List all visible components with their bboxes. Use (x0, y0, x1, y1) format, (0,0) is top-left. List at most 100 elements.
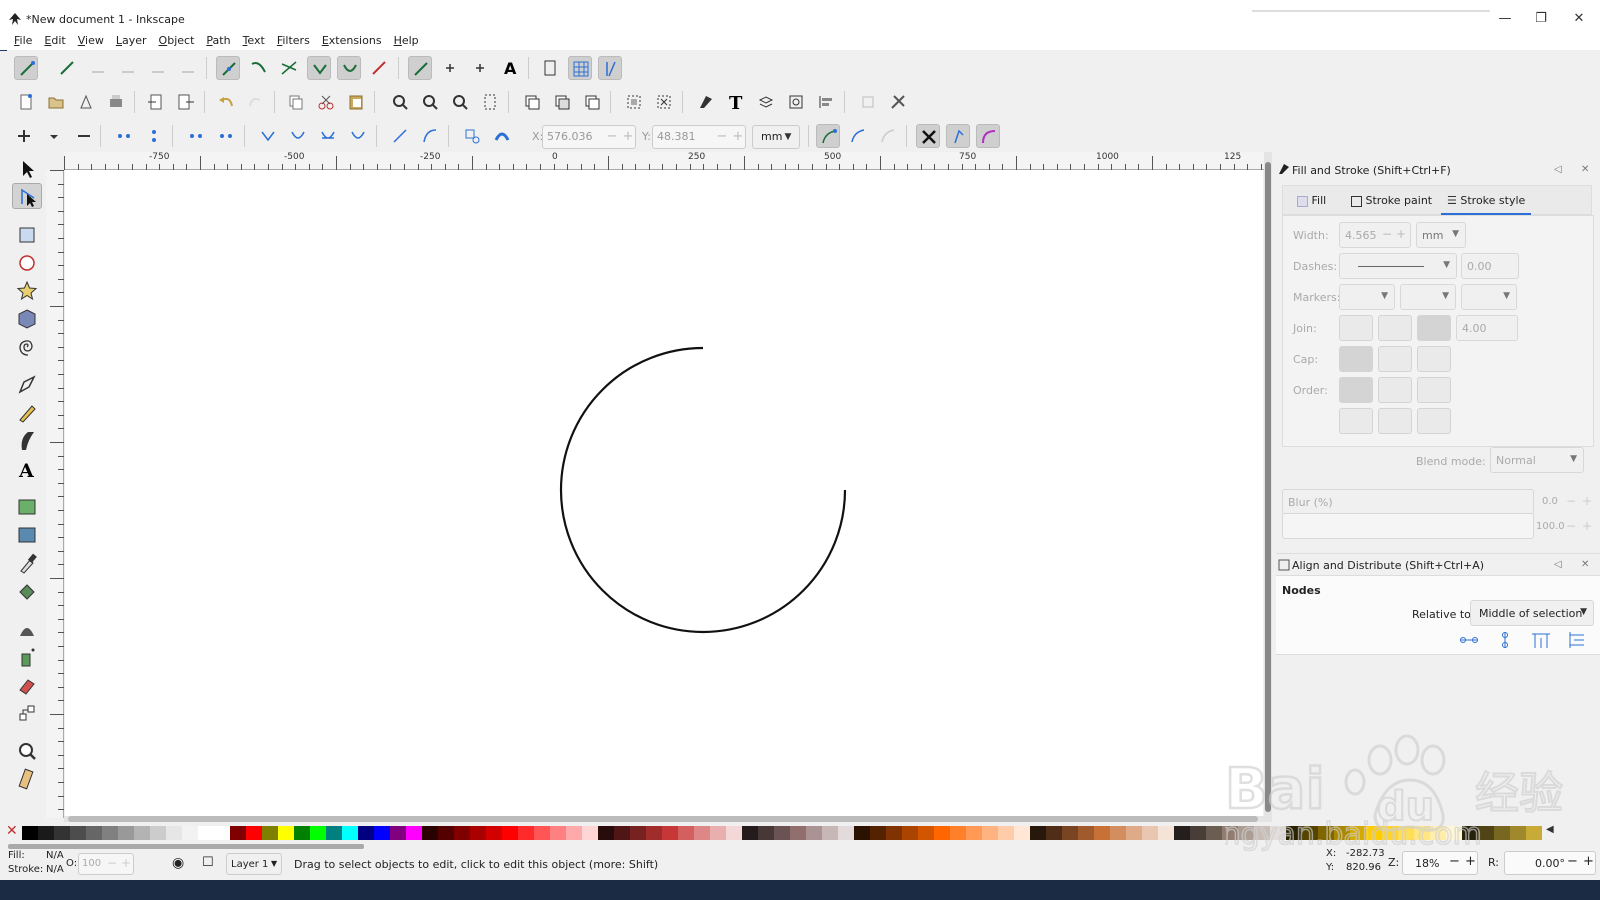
palette-swatch[interactable] (38, 826, 54, 840)
document-properties-icon[interactable] (856, 90, 880, 114)
rectangle-tool-icon[interactable] (12, 222, 42, 248)
snap-rotation-center-button[interactable] (468, 56, 492, 80)
auto-smooth-node-icon[interactable] (346, 124, 370, 148)
menu-edit[interactable]: Edit (38, 34, 71, 48)
x-decrement-button[interactable]: − (605, 129, 619, 144)
3d-box-tool-icon[interactable] (12, 306, 42, 332)
palette-swatch[interactable] (534, 826, 550, 840)
y-increment-button[interactable]: + (731, 129, 745, 144)
insert-node-icon[interactable] (12, 124, 36, 148)
palette-swatch[interactable] (22, 826, 38, 840)
show-outline-button[interactable] (846, 124, 870, 148)
eraser-tool-icon[interactable] (12, 672, 42, 698)
palette-swatch[interactable] (1190, 826, 1206, 840)
unlink-clone-icon[interactable] (580, 90, 604, 114)
export-icon[interactable] (174, 90, 198, 114)
palette-swatch[interactable] (166, 826, 182, 840)
snap-edge-button[interactable] (86, 56, 110, 80)
palette-swatch[interactable] (902, 826, 918, 840)
palette-swatch[interactable] (1078, 826, 1094, 840)
calligraphy-tool-icon[interactable] (12, 428, 42, 454)
palette-swatch[interactable] (934, 826, 950, 840)
panel-iconify-icon[interactable]: ◁ (1554, 559, 1562, 570)
snap-others-button[interactable] (408, 56, 432, 80)
palette-swatch[interactable] (550, 826, 566, 840)
join-miter-button[interactable] (1339, 315, 1373, 341)
transform-handles-button[interactable] (916, 124, 940, 148)
palette-swatch[interactable] (198, 826, 214, 840)
smooth-node-icon[interactable] (286, 124, 310, 148)
menu-file[interactable]: File (8, 34, 38, 48)
palette-swatch[interactable] (966, 826, 982, 840)
undo-icon[interactable] (214, 90, 238, 114)
distribute-nodes-horizontal-icon[interactable] (1530, 630, 1552, 650)
cap-square-button[interactable] (1417, 346, 1451, 372)
y-coordinate-input[interactable]: 48.381 − + (652, 125, 746, 149)
arc-path[interactable] (559, 346, 847, 634)
palette-swatch[interactable] (470, 826, 486, 840)
relative-to-select[interactable]: Middle of selection ▼ (1470, 600, 1594, 626)
menu-object[interactable]: Object (153, 34, 201, 48)
palette-swatch[interactable] (502, 826, 518, 840)
palette-swatch[interactable] (454, 826, 470, 840)
palette-swatch[interactable] (742, 826, 758, 840)
snap-object-midpoint-button[interactable] (438, 56, 462, 80)
insert-node-dropdown-icon[interactable] (42, 124, 66, 148)
join-round-button[interactable] (1378, 315, 1412, 341)
delete-segment-icon[interactable] (214, 124, 238, 148)
fill-stroke-dialog-icon[interactable] (694, 90, 718, 114)
snap-page-border-button[interactable] (538, 56, 562, 80)
palette-swatch[interactable] (246, 826, 262, 840)
edit-clip-button[interactable] (876, 124, 900, 148)
palette-swatch[interactable] (1046, 826, 1062, 840)
palette-swatch[interactable] (662, 826, 678, 840)
palette-swatch[interactable] (854, 826, 870, 840)
measure-tool-icon[interactable] (12, 766, 42, 792)
palette-swatch[interactable] (614, 826, 630, 840)
y-decrement-button[interactable]: − (715, 129, 729, 144)
group-icon[interactable] (622, 90, 646, 114)
panel-close-icon[interactable]: ✕ (1581, 164, 1589, 175)
layer-lock-icon[interactable]: ☐ (202, 855, 214, 870)
selector-tool-icon[interactable] (12, 156, 42, 182)
palette-swatch[interactable] (1206, 826, 1222, 840)
close-button[interactable]: ✕ (1566, 9, 1592, 29)
blend-mode-select[interactable]: Normal ▼ (1490, 447, 1584, 473)
palette-swatch[interactable] (806, 826, 822, 840)
blur-increment-button[interactable]: + (1582, 494, 1592, 508)
palette-swatch[interactable] (950, 826, 966, 840)
menu-filters[interactable]: Filters (271, 34, 316, 48)
stroke-to-path-icon[interactable] (490, 124, 514, 148)
snap-midpoint-button[interactable] (146, 56, 170, 80)
palette-swatch[interactable] (694, 826, 710, 840)
snap-smooth-button[interactable] (337, 56, 361, 80)
clone-icon[interactable] (550, 90, 574, 114)
drawing-canvas[interactable] (65, 170, 1263, 816)
dropper-tool-icon[interactable] (12, 550, 42, 576)
order-fill-markers-button[interactable] (1417, 377, 1451, 403)
palette-swatch[interactable] (774, 826, 790, 840)
palette-swatch[interactable] (486, 826, 502, 840)
pencil-tool-icon[interactable] (12, 400, 42, 426)
text-font-dialog-icon[interactable]: T (724, 90, 748, 114)
tab-stroke-style[interactable]: ☰ Stroke style (1441, 186, 1531, 216)
new-document-icon[interactable] (14, 90, 38, 114)
palette-swatch[interactable] (294, 826, 310, 840)
palette-swatch[interactable] (342, 826, 358, 840)
zoom-selection-icon[interactable] (388, 90, 412, 114)
symmetric-node-icon[interactable] (316, 124, 340, 148)
palette-swatch[interactable] (838, 826, 854, 840)
opacity-increment-button[interactable]: + (1582, 519, 1592, 533)
palette-swatch[interactable] (118, 826, 134, 840)
palette-swatch[interactable] (1110, 826, 1126, 840)
palette-swatch[interactable] (374, 826, 390, 840)
order-markers-fill-button[interactable] (1339, 408, 1373, 434)
menu-text[interactable]: Text (237, 34, 271, 48)
x-increment-button[interactable]: + (621, 129, 635, 144)
palette-swatch[interactable] (1126, 826, 1142, 840)
palette-swatch[interactable] (790, 826, 806, 840)
show-handles-button[interactable] (816, 124, 840, 148)
palette-swatch[interactable] (566, 826, 582, 840)
palette-swatch[interactable] (70, 826, 86, 840)
palette-swatch[interactable] (262, 826, 278, 840)
